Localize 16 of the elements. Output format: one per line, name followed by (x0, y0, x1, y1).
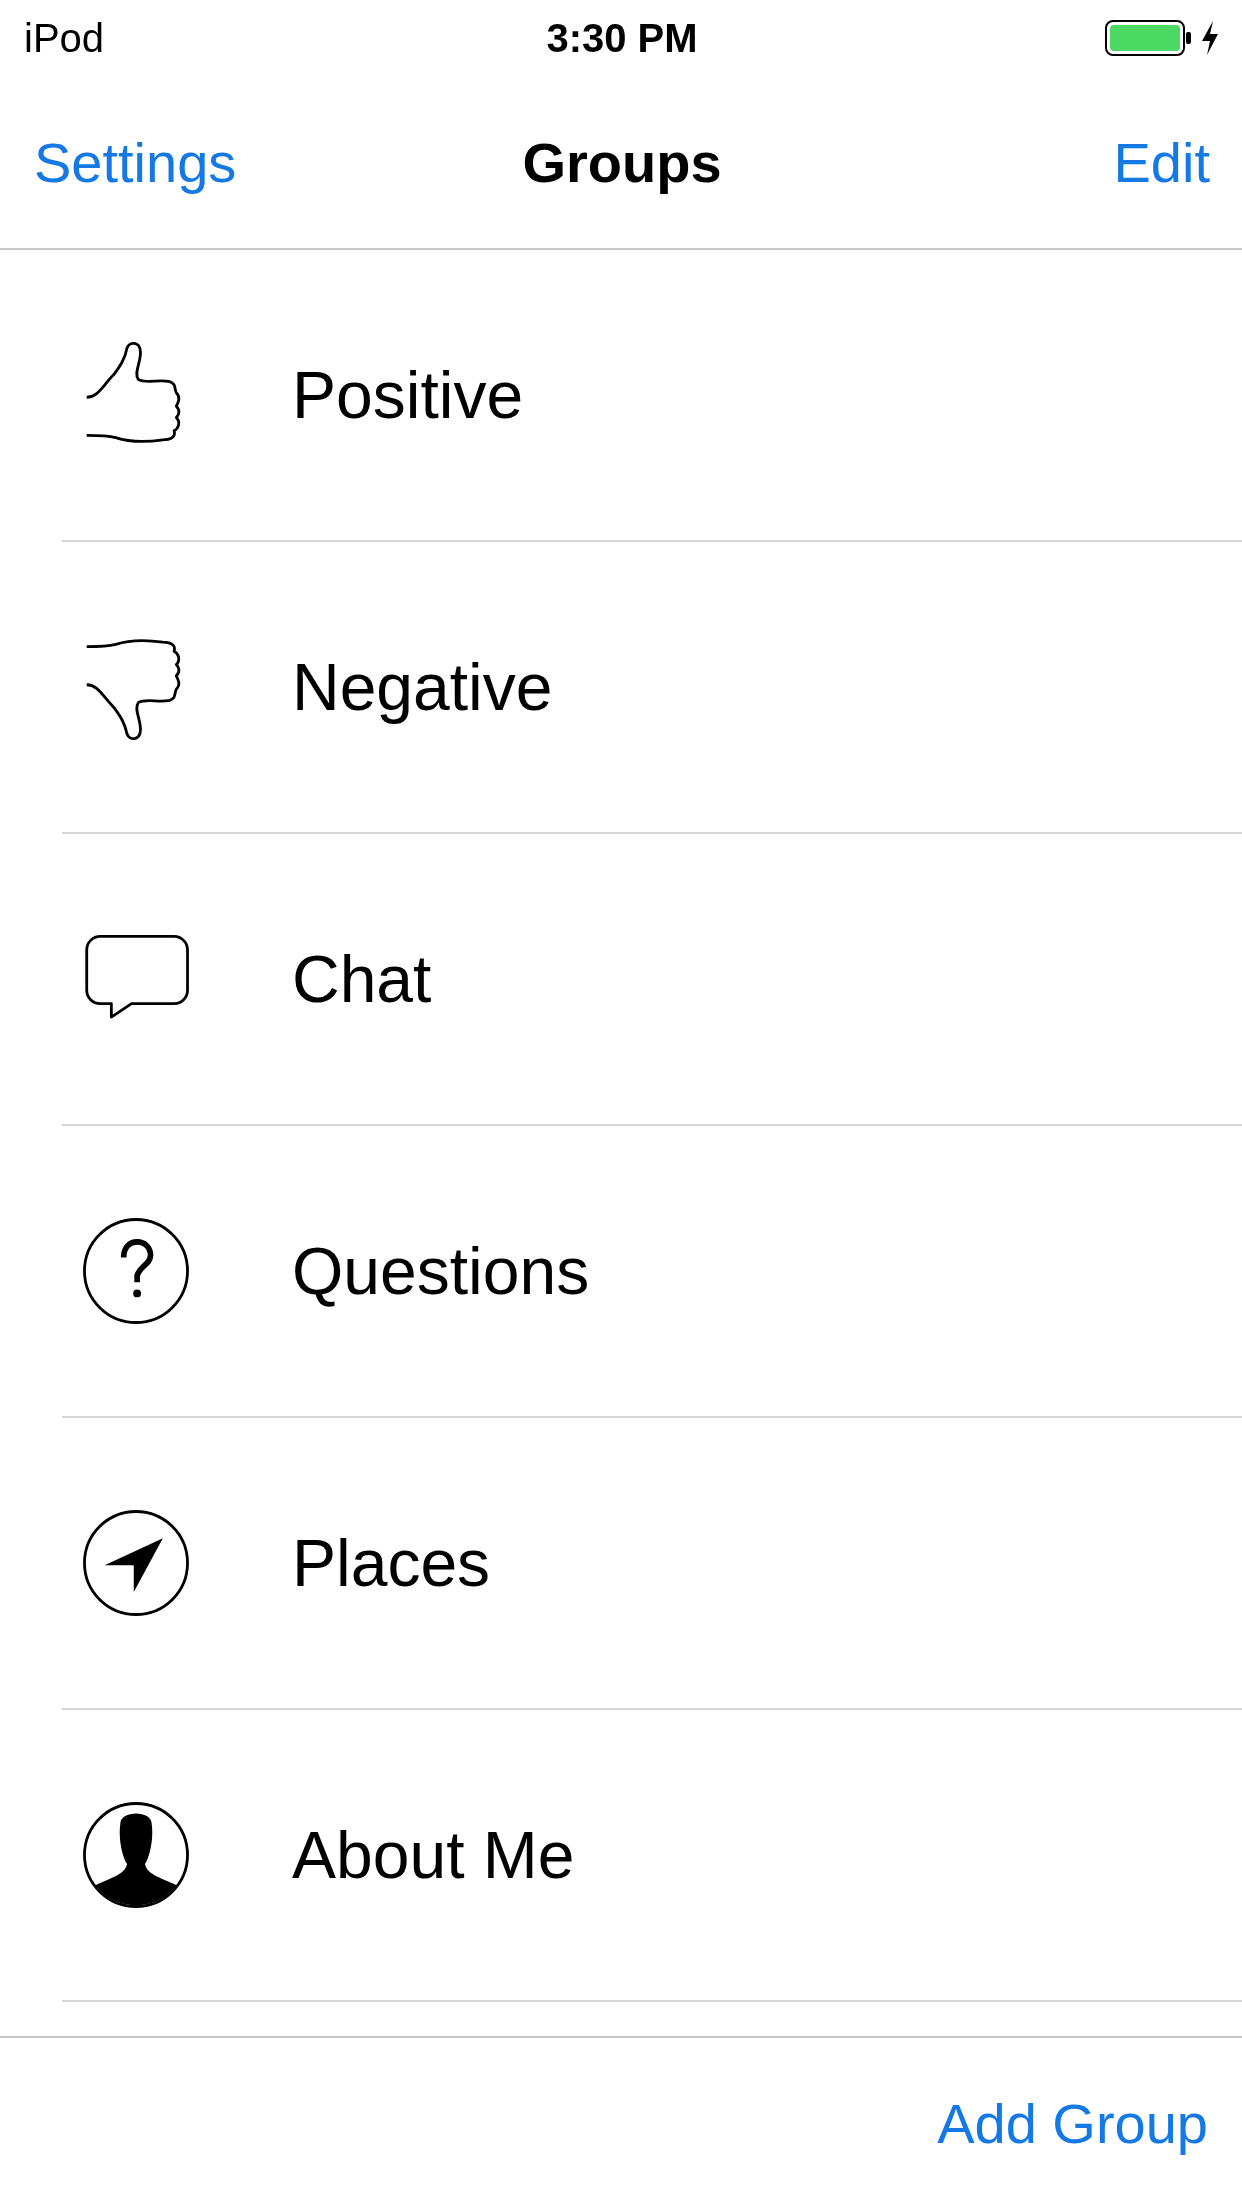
group-label[interactable]: Places (292, 1525, 491, 1601)
edit-button[interactable]: Edit (1113, 129, 1210, 195)
group-label[interactable]: About Me (292, 1817, 575, 1893)
question-icon (80, 1215, 192, 1327)
nav-title: Groups (522, 129, 722, 195)
group-label[interactable]: Negative (292, 649, 553, 725)
battery-icon (1104, 18, 1194, 58)
charging-bolt-icon (1200, 20, 1220, 56)
status-time: 3:30 PM (546, 15, 698, 61)
add-group-button[interactable]: Add Group (937, 2090, 1208, 2156)
person-icon (80, 1799, 192, 1911)
group-label[interactable]: Questions (292, 1233, 590, 1309)
device-name: iPod (24, 15, 106, 61)
group-label[interactable]: Positive (292, 357, 524, 433)
settings-button[interactable]: Settings (34, 129, 237, 195)
group-label[interactable]: Chat (292, 941, 432, 1017)
